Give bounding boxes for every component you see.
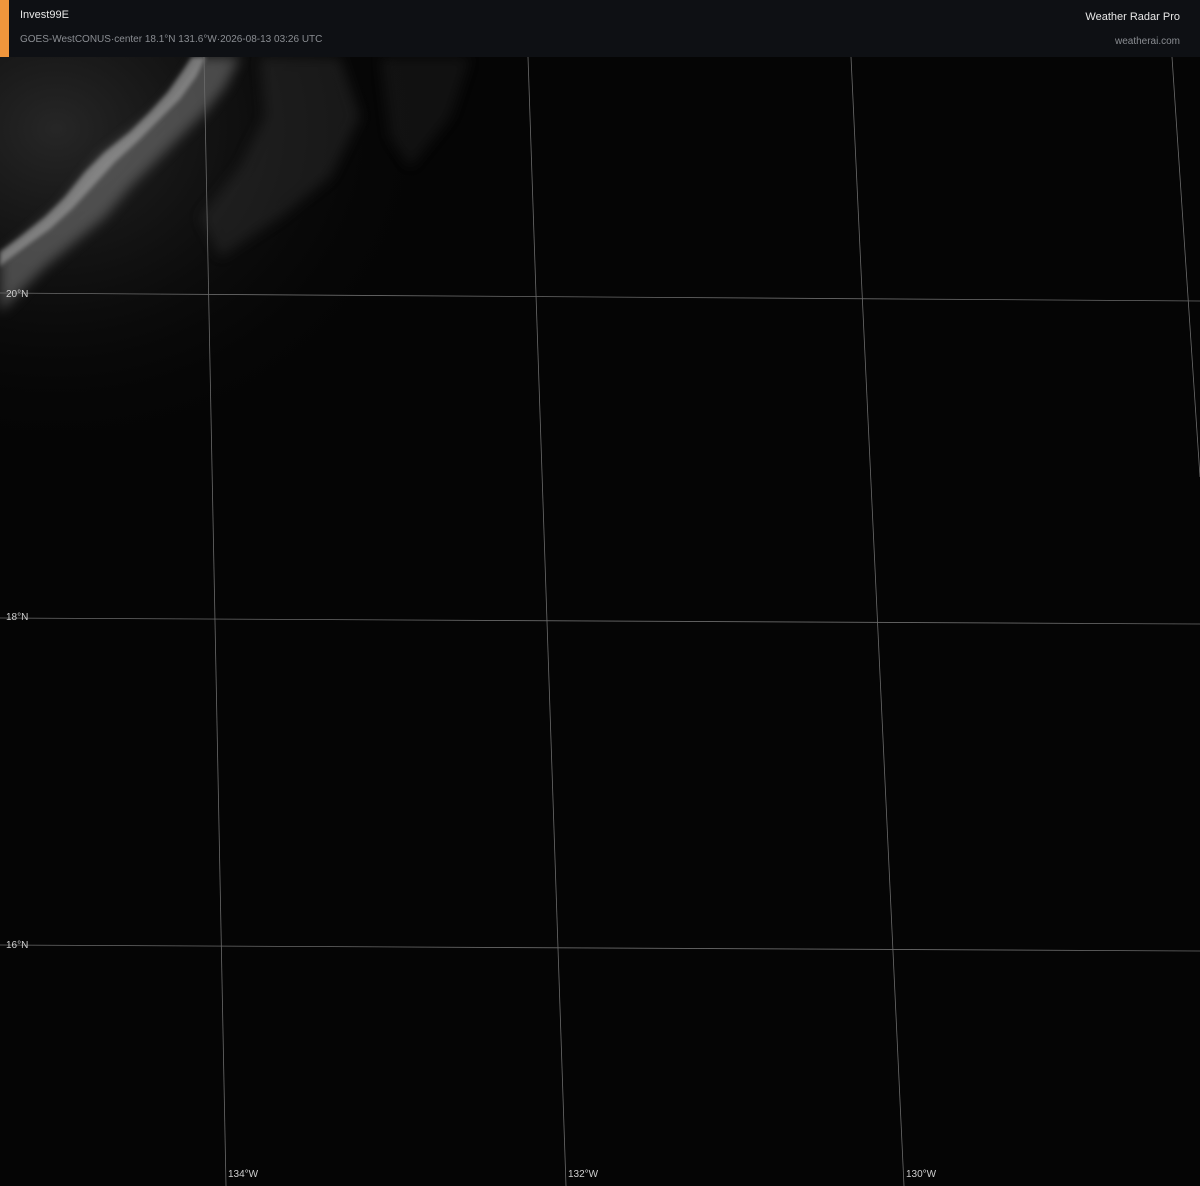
satellite-map[interactable]: 20°N 18°N 16°N 134°W 132°W 130°W bbox=[0, 57, 1200, 1186]
lat-label-16n: 16°N bbox=[6, 940, 29, 951]
cloud-haze bbox=[0, 57, 700, 657]
accent-bar bbox=[0, 0, 9, 57]
map-canvas bbox=[0, 57, 1200, 1186]
header-bar: Invest99E GOES-WestCONUS·center 18.1°N 1… bbox=[0, 0, 1200, 57]
lat-label-18n: 18°N bbox=[6, 612, 29, 623]
brand-name: Weather Radar Pro bbox=[1085, 11, 1180, 23]
site-link[interactable]: weatherai.com bbox=[1115, 36, 1180, 47]
lon-label-130w: 130°W bbox=[906, 1169, 937, 1180]
lon-label-134w: 134°W bbox=[228, 1169, 259, 1180]
storm-name: Invest99E bbox=[20, 9, 69, 21]
image-subtitle: GOES-WestCONUS·center 18.1°N 131.6°W·202… bbox=[20, 34, 323, 45]
satellite-viewer: Invest99E GOES-WestCONUS·center 18.1°N 1… bbox=[0, 0, 1200, 1186]
lon-label-132w: 132°W bbox=[568, 1169, 599, 1180]
lat-label-20n: 20°N bbox=[6, 289, 29, 300]
